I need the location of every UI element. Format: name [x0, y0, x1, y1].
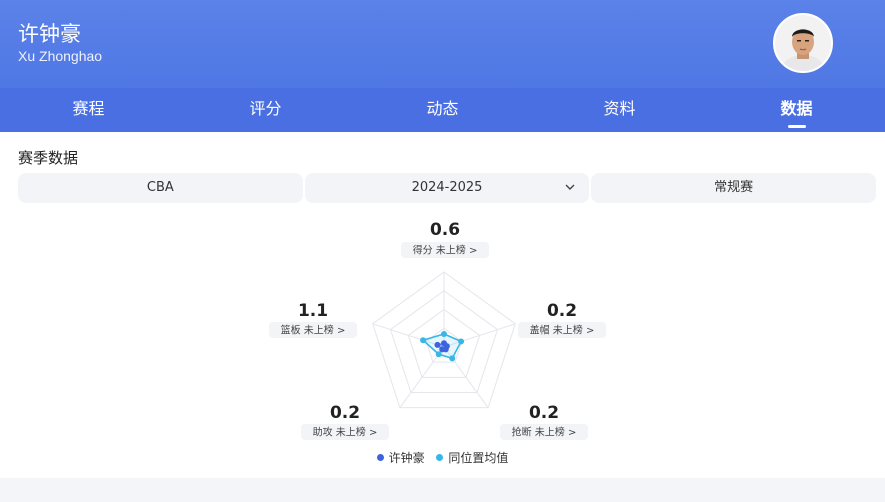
stat-value-rebounds: 1.1	[298, 301, 328, 321]
stat-value-assists: 0.2	[330, 403, 360, 423]
tab-news[interactable]: 动态	[354, 88, 531, 132]
tab-bar: 赛程 评分 动态 资料 数据	[0, 88, 885, 132]
legend-item-player: 许钟豪	[376, 449, 425, 466]
average-series-area	[421, 333, 463, 360]
stat-value-points: 0.6	[430, 220, 460, 240]
tab-rating[interactable]: 评分	[177, 88, 354, 132]
tab-profile[interactable]: 资料	[531, 88, 708, 132]
stat-rank-label-blocks: 盖帽 未上榜 >	[530, 324, 595, 337]
radar-labels: 0.6 得分 未上榜 > 0.2 盖帽 未上榜 > 0.2 抢断 未上榜 > 0.2 助攻 未…	[269, 220, 606, 440]
player-point-4	[434, 341, 441, 348]
player-english-name: Xu Zhonghao	[18, 48, 103, 64]
legend-label-player: 许钟豪	[388, 451, 425, 465]
chart-legend: 许钟豪 同位置均值	[0, 449, 885, 466]
average-point-0	[441, 331, 447, 337]
legend-item-average: 同位置均值	[436, 449, 508, 466]
season-type-filter[interactable]: 常规赛	[591, 173, 877, 203]
filter-bar: CBA 2024-2025 常规赛	[18, 173, 877, 203]
player-point-3	[439, 346, 446, 353]
stat-rank-label-rebounds: 篮板 未上榜 >	[281, 324, 346, 337]
stat-rank-label-points: 得分 未上榜 >	[413, 244, 478, 257]
stat-rank-pill-assists[interactable]: 助攻 未上榜 >	[301, 424, 389, 440]
stat-rank-label-assists: 助攻 未上榜 >	[313, 426, 378, 439]
stat-rank-label-steals: 抢断 未上榜 >	[512, 426, 577, 439]
legend-label-average: 同位置均值	[448, 451, 509, 465]
stat-rank-pill-steals[interactable]: 抢断 未上榜 >	[500, 424, 588, 440]
chevron-down-icon	[565, 184, 575, 190]
bottom-divider	[0, 478, 885, 502]
legend-dot-player	[376, 454, 384, 461]
stat-rank-pill-points[interactable]: 得分 未上榜 >	[401, 242, 489, 258]
average-point-3	[435, 351, 442, 358]
stat-rank-pill-blocks[interactable]: 盖帽 未上榜 >	[518, 322, 606, 338]
tab-schedule[interactable]: 赛程	[0, 88, 177, 132]
section-title: 赛季数据	[18, 149, 79, 167]
average-point-2	[449, 355, 456, 362]
radar-chart: 0.6 得分 未上榜 > 0.2 盖帽 未上榜 > 0.2 抢断 未上榜 > 0.2 助攻 未…	[269, 220, 606, 440]
legend-dot-average	[436, 454, 444, 461]
player-name: 许钟豪	[18, 22, 81, 46]
average-point-1	[458, 338, 465, 345]
radar-series	[420, 331, 465, 362]
season-label: 2024-2025	[411, 180, 483, 195]
tab-stats[interactable]: 数据	[708, 88, 885, 132]
player-avatar[interactable]	[773, 13, 833, 73]
stat-value-blocks: 0.2	[547, 301, 577, 321]
stat-rank-pill-rebounds[interactable]: 篮板 未上榜 >	[269, 322, 357, 338]
league-filter[interactable]: CBA	[18, 173, 303, 203]
stat-value-steals: 0.2	[529, 403, 559, 423]
avatar-photo-icon	[775, 15, 831, 71]
average-point-4	[420, 337, 427, 344]
season-selector[interactable]: 2024-2025	[304, 173, 590, 203]
